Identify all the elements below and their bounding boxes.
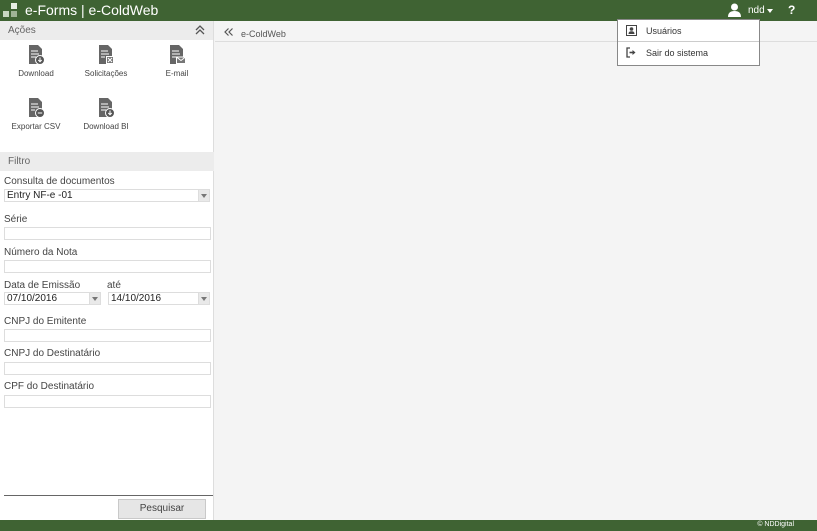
cpf-destinatario-label: CPF do Destinatário [4, 381, 95, 392]
filter-header: Filtro [0, 152, 214, 171]
filter-title: Filtro [8, 156, 31, 167]
app-logo-icon [3, 3, 18, 18]
menu-item-label: Usuários [646, 26, 682, 36]
cnpj-destinatario-label: CNPJ do Destinatário [4, 348, 101, 359]
serie-label: Série [4, 214, 28, 225]
chevron-down-icon[interactable] [89, 293, 100, 304]
double-chevron-left-icon[interactable] [224, 28, 233, 36]
exportar-csv-label: Exportar CSV [11, 122, 61, 131]
menu-item-label: Sair do sistema [646, 48, 709, 58]
cnpj-emitente-input[interactable] [4, 329, 211, 342]
download-bi-document-icon [99, 98, 115, 118]
copyright-text: © NDDigital [757, 521, 794, 528]
consulta-value: Entry NF-e -01 [7, 190, 73, 201]
data-emissao-from-value: 07/10/2016 [7, 293, 58, 304]
double-chevron-up-icon[interactable] [195, 25, 205, 35]
top-bar: e-Forms | e-ColdWeb ndd ? [0, 0, 817, 21]
download-label: Download [18, 69, 54, 78]
actions-panel: Download Solicitações E-mail Exportar CS… [0, 40, 213, 152]
main-content: e-ColdWeb [215, 21, 817, 520]
numero-nota-input[interactable] [4, 260, 211, 273]
help-button[interactable]: ? [788, 3, 795, 17]
chevron-down-icon[interactable] [198, 190, 209, 201]
consulta-select[interactable]: Entry NF-e -01 [4, 189, 210, 202]
app-title: e-Forms | e-ColdWeb [25, 2, 159, 18]
email-label: E-mail [165, 69, 189, 78]
data-emissao-to-value: 14/10/2016 [111, 293, 162, 304]
solicitacoes-label: Solicitações [84, 69, 128, 78]
chevron-down-icon[interactable] [767, 9, 773, 13]
download-bi-button[interactable]: Download BI [76, 98, 136, 131]
download-document-icon [29, 45, 45, 65]
download-button[interactable]: Download [6, 45, 66, 78]
email-document-icon [170, 45, 186, 64]
cnpj-destinatario-input[interactable] [4, 362, 211, 375]
numero-nota-label: Número da Nota [4, 247, 78, 258]
user-dropdown-menu: Usuários Sair do sistema [617, 19, 760, 66]
consulta-label: Consulta de documentos [4, 176, 115, 187]
divider [4, 495, 213, 496]
ate-label: até [107, 280, 121, 291]
user-menu-toggle[interactable]: ndd [748, 5, 765, 16]
footer-bar: © NDDigital [0, 520, 817, 531]
actions-title: Ações [8, 25, 36, 36]
data-emissao-from-input[interactable]: 07/10/2016 [4, 292, 101, 305]
email-button[interactable]: E-mail [147, 45, 207, 78]
cpf-destinatario-input[interactable] [4, 395, 211, 408]
cnpj-emitente-label: CNPJ do Emitente [4, 316, 87, 327]
requests-document-icon [99, 45, 114, 64]
breadcrumb-item[interactable]: e-ColdWeb [241, 29, 286, 39]
export-csv-document-icon [29, 98, 45, 118]
left-panel: Ações Download Solicitações E-mail Expor… [0, 21, 214, 520]
serie-input[interactable] [4, 227, 211, 240]
search-button[interactable]: Pesquisar [118, 499, 206, 519]
chevron-down-icon[interactable] [198, 293, 209, 304]
menu-item-usuarios[interactable]: Usuários [618, 20, 759, 42]
solicitacoes-button[interactable]: Solicitações [76, 45, 136, 78]
users-icon [626, 25, 637, 36]
data-emissao-label: Data de Emissão [4, 280, 81, 291]
user-icon[interactable] [728, 3, 741, 17]
sign-out-icon [626, 47, 636, 58]
exportar-csv-button[interactable]: Exportar CSV [6, 98, 66, 131]
menu-item-sair[interactable]: Sair do sistema [618, 42, 759, 64]
data-emissao-to-input[interactable]: 14/10/2016 [108, 292, 210, 305]
download-bi-label: Download BI [83, 122, 129, 131]
actions-header: Ações [0, 21, 213, 40]
